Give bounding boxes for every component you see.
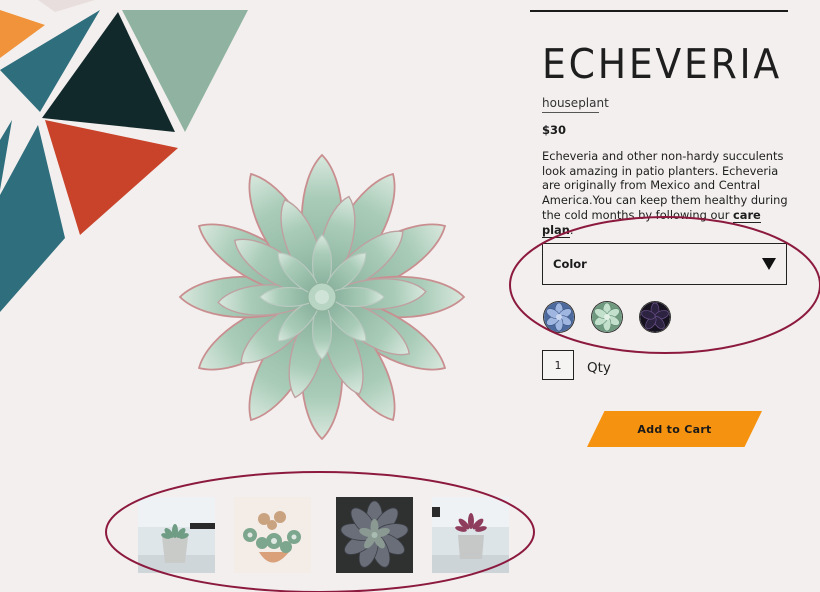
color-dropdown[interactable]: Color bbox=[542, 243, 787, 285]
quantity-input[interactable] bbox=[542, 350, 574, 380]
product-title: ECHEVERIA bbox=[542, 40, 782, 88]
potted-succulent-thumbnail bbox=[138, 497, 215, 573]
product-thumbnail-1[interactable] bbox=[138, 497, 215, 573]
color-swatch-mint[interactable] bbox=[592, 302, 622, 332]
product-thumbnail-4[interactable] bbox=[432, 497, 509, 573]
succulent-mint-icon bbox=[592, 302, 622, 332]
succulent-blue-icon bbox=[544, 302, 574, 332]
product-main-image bbox=[179, 154, 465, 440]
purple-succulent-thumbnail bbox=[432, 497, 509, 573]
product-price: $30 bbox=[542, 123, 567, 137]
divider bbox=[530, 10, 788, 12]
product-description: Echeveria and other non-hardy succulents… bbox=[542, 149, 790, 238]
product-thumbnail-2[interactable] bbox=[234, 497, 311, 573]
color-dropdown-label: Color bbox=[553, 257, 587, 271]
quantity-label: Qty bbox=[587, 360, 611, 376]
dark-rosette-thumbnail bbox=[336, 497, 413, 573]
color-swatch-dark-purple[interactable] bbox=[640, 302, 670, 332]
add-to-cart-button[interactable]: Add to Cart bbox=[587, 411, 762, 447]
product-category: houseplant bbox=[542, 96, 609, 113]
succulent-arrangement-thumbnail bbox=[234, 497, 311, 573]
description-end: . bbox=[569, 222, 574, 237]
succulent-dark-icon bbox=[640, 302, 670, 332]
product-thumbnail-3[interactable] bbox=[336, 497, 413, 573]
chevron-down-icon bbox=[762, 258, 776, 270]
color-swatch-blue[interactable] bbox=[544, 302, 574, 332]
